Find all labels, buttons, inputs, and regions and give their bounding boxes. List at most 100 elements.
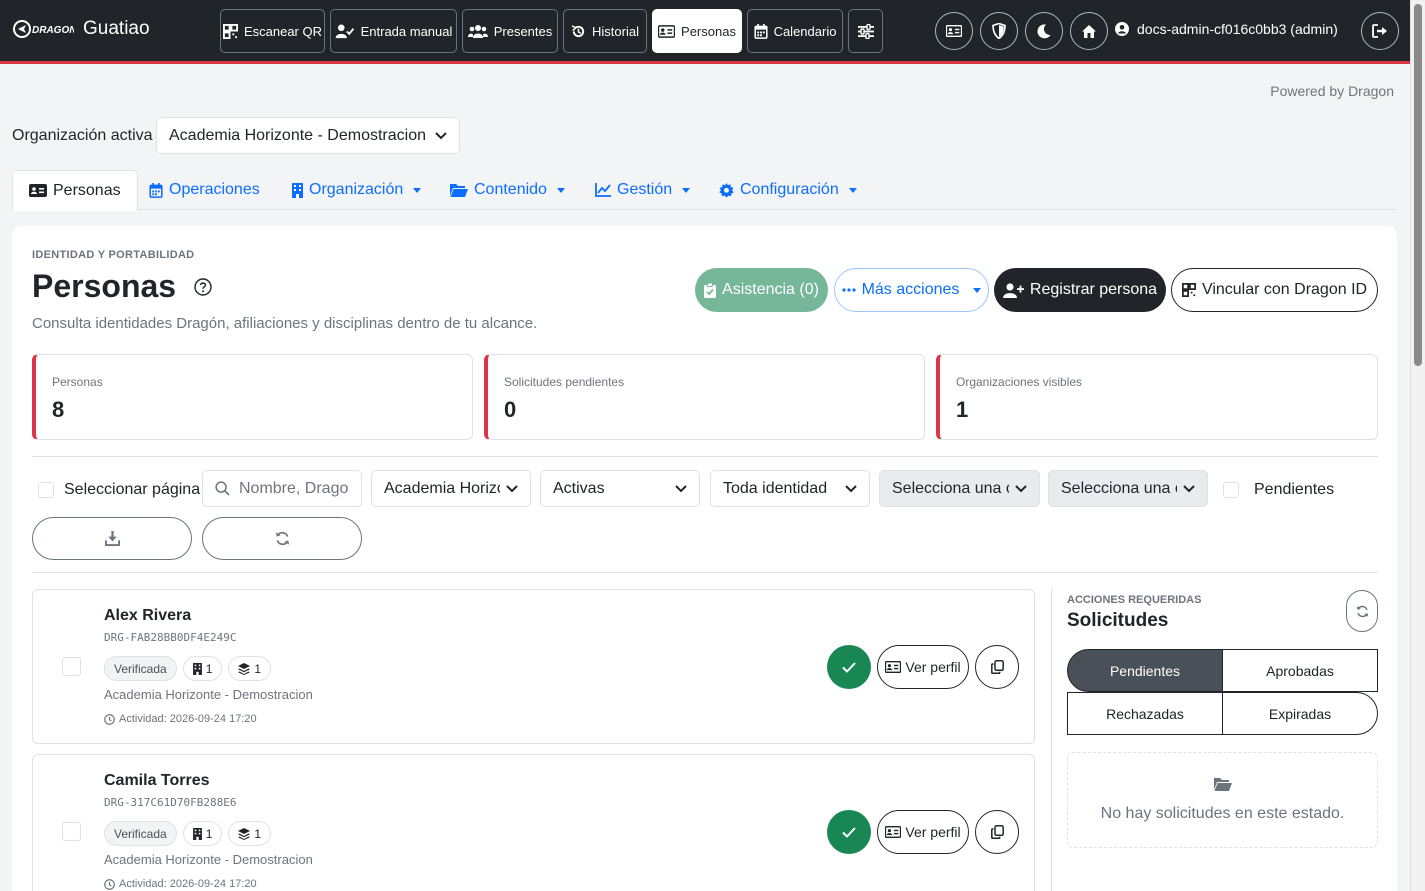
person-name: Alex Rivera (104, 607, 192, 624)
view-profile-button[interactable]: Ver perfil (877, 645, 969, 689)
person-card[interactable]: Alex Rivera DRG-FAB28BB0DF4E249C Verific… (32, 589, 1035, 744)
tab-contenido[interactable]: Contenido (450, 170, 565, 210)
id-badge-button[interactable] (935, 12, 973, 50)
org-select-value: Academia Horizonte - Demostracion (169, 126, 426, 144)
brand[interactable]: DRAGON Guatiao (12, 18, 150, 40)
person-card[interactable]: Camila Torres DRG-317C61D70FB288E6 Verif… (32, 754, 1035, 891)
person-select-checkbox[interactable] (62, 657, 81, 676)
stat-label: Organizaciones visibles (956, 375, 1083, 389)
building-icon (192, 662, 202, 675)
person-dragon-id: DRG-FAB28BB0DF4E249C (104, 631, 237, 644)
person-select-checkbox[interactable] (62, 822, 81, 841)
pending-filter[interactable]: Pendientes (1223, 481, 1334, 499)
org-count-badge: 1 (182, 821, 223, 846)
requests-eyebrow: ACCIONES REQUERIDAS (1067, 594, 1202, 606)
select-page-control[interactable]: Seleccionar página (38, 481, 200, 499)
more-actions-button[interactable]: Más acciones (834, 268, 989, 312)
tab-label: Personas (53, 181, 121, 199)
register-person-button[interactable]: Registrar persona (994, 268, 1166, 312)
stat-value: 1 (956, 397, 969, 422)
ellipsis-icon (841, 288, 856, 292)
chevron-down-icon (675, 484, 687, 492)
nav-present[interactable]: Presentes (462, 9, 558, 53)
page-title: Personas (32, 268, 177, 304)
activity-text: Actividad: 2026-09-24 17:20 (119, 878, 257, 890)
attendance-button[interactable]: Asistencia (0) (695, 268, 828, 312)
tab-gestion[interactable]: Gestión (595, 170, 691, 210)
security-button[interactable] (980, 12, 1018, 50)
building-icon (192, 827, 202, 840)
app-name: Guatiao (83, 18, 150, 39)
tab-label: Configuración (740, 181, 839, 198)
qr-icon (222, 23, 238, 39)
nav-history[interactable]: Historial (563, 9, 647, 53)
page-eyebrow: IDENTIDAD Y PORTABILIDAD (32, 249, 195, 261)
tab-personas[interactable]: Personas (12, 170, 138, 211)
nav-people[interactable]: Personas (652, 9, 742, 53)
status-ok-button[interactable] (827, 810, 871, 854)
calendar-icon (149, 182, 163, 198)
help-icon[interactable] (194, 277, 212, 296)
requests-tab-approved[interactable]: Aprobadas (1222, 649, 1378, 692)
search-placeholder: Nombre, Dragon ID (239, 479, 349, 497)
stat-label: Solicitudes pendientes (504, 375, 625, 389)
nav-label: Escanear QR (243, 23, 323, 39)
person-name: Camila Torres (104, 772, 210, 789)
user-circle-icon (1115, 22, 1129, 36)
option-filter-value: Selecciona una opción (892, 479, 1009, 497)
folder-open-icon (1214, 778, 1232, 791)
nav-manual-entry[interactable]: Entrada manual (330, 9, 457, 53)
scrollbar-thumb[interactable] (1414, 4, 1422, 366)
copy-id-button[interactable] (975, 810, 1019, 854)
view-profile-button[interactable]: Ver perfil (877, 810, 969, 854)
refresh-requests-button[interactable] (1346, 590, 1378, 632)
user-menu[interactable]: docs-admin-cf016c0bb3 (admin) (1115, 21, 1338, 37)
requests-tab-pending[interactable]: Pendientes (1067, 649, 1223, 692)
option-filter-select-2[interactable]: Selecciona una opción (1048, 470, 1208, 507)
page-scrollbar[interactable] (1410, 0, 1425, 891)
svg-text:DRAGON: DRAGON (32, 25, 74, 36)
nav-label: Entrada manual (360, 23, 453, 39)
stat-value: 8 (52, 397, 65, 422)
logout-button[interactable] (1361, 12, 1399, 50)
requests-tab-expired[interactable]: Expiradas (1222, 692, 1378, 735)
nav-calendar[interactable]: Calendario (747, 9, 843, 53)
pending-label: Pendientes (1254, 481, 1335, 498)
select-page-checkbox[interactable] (38, 482, 54, 498)
building-icon (292, 182, 303, 198)
export-button[interactable] (32, 517, 192, 560)
tab-configuracion[interactable]: Configuración (719, 170, 857, 210)
tab-organizacion[interactable]: Organización (292, 170, 422, 210)
refresh-icon (275, 531, 289, 546)
clock-icon (104, 878, 115, 890)
nav-scan-qr[interactable]: Escanear QR (220, 9, 325, 53)
person-badges: Verificada 1 1 (104, 656, 272, 681)
org-count: 1 (205, 661, 213, 676)
status-filter-value: Activas (553, 479, 605, 497)
search-input[interactable]: Nombre, Dragon ID (202, 470, 362, 507)
link-dragon-id-button[interactable]: Vincular con Dragon ID (1171, 268, 1378, 312)
org-count-badge: 1 (182, 656, 223, 681)
tab-operaciones[interactable]: Operaciones (149, 170, 260, 210)
link-dragon-id-label: Vincular con Dragon ID (1201, 281, 1368, 298)
identity-filter-select[interactable]: Toda identidad (710, 470, 870, 507)
status-filter-select[interactable]: Activas (540, 470, 700, 507)
status-ok-button[interactable] (827, 645, 871, 689)
user-check-icon (335, 23, 354, 38)
copy-id-button[interactable] (975, 645, 1019, 689)
pending-checkbox[interactable] (1223, 482, 1239, 498)
nav-settings-button[interactable] (848, 9, 883, 53)
nav-label: Personas (681, 23, 736, 39)
option-filter-select-1[interactable]: Selecciona una opción (879, 470, 1040, 507)
org-select[interactable]: Academia Horizonte - Demostracion (156, 117, 460, 154)
search-icon (215, 481, 230, 496)
people-card: IDENTIDAD Y PORTABILIDAD Personas Consul… (12, 226, 1397, 891)
attendance-label: Asistencia (0) (722, 281, 819, 298)
refresh-list-button[interactable] (202, 517, 362, 560)
stat-pending-requests: Solicitudes pendientes 0 (484, 354, 925, 440)
requests-tab-rejected[interactable]: Rechazadas (1067, 692, 1223, 735)
home-button[interactable] (1070, 12, 1108, 50)
theme-toggle-button[interactable] (1025, 12, 1063, 50)
org-filter-select[interactable]: Academia Horizonte - Demostracion (371, 470, 531, 507)
check-icon (842, 661, 856, 673)
